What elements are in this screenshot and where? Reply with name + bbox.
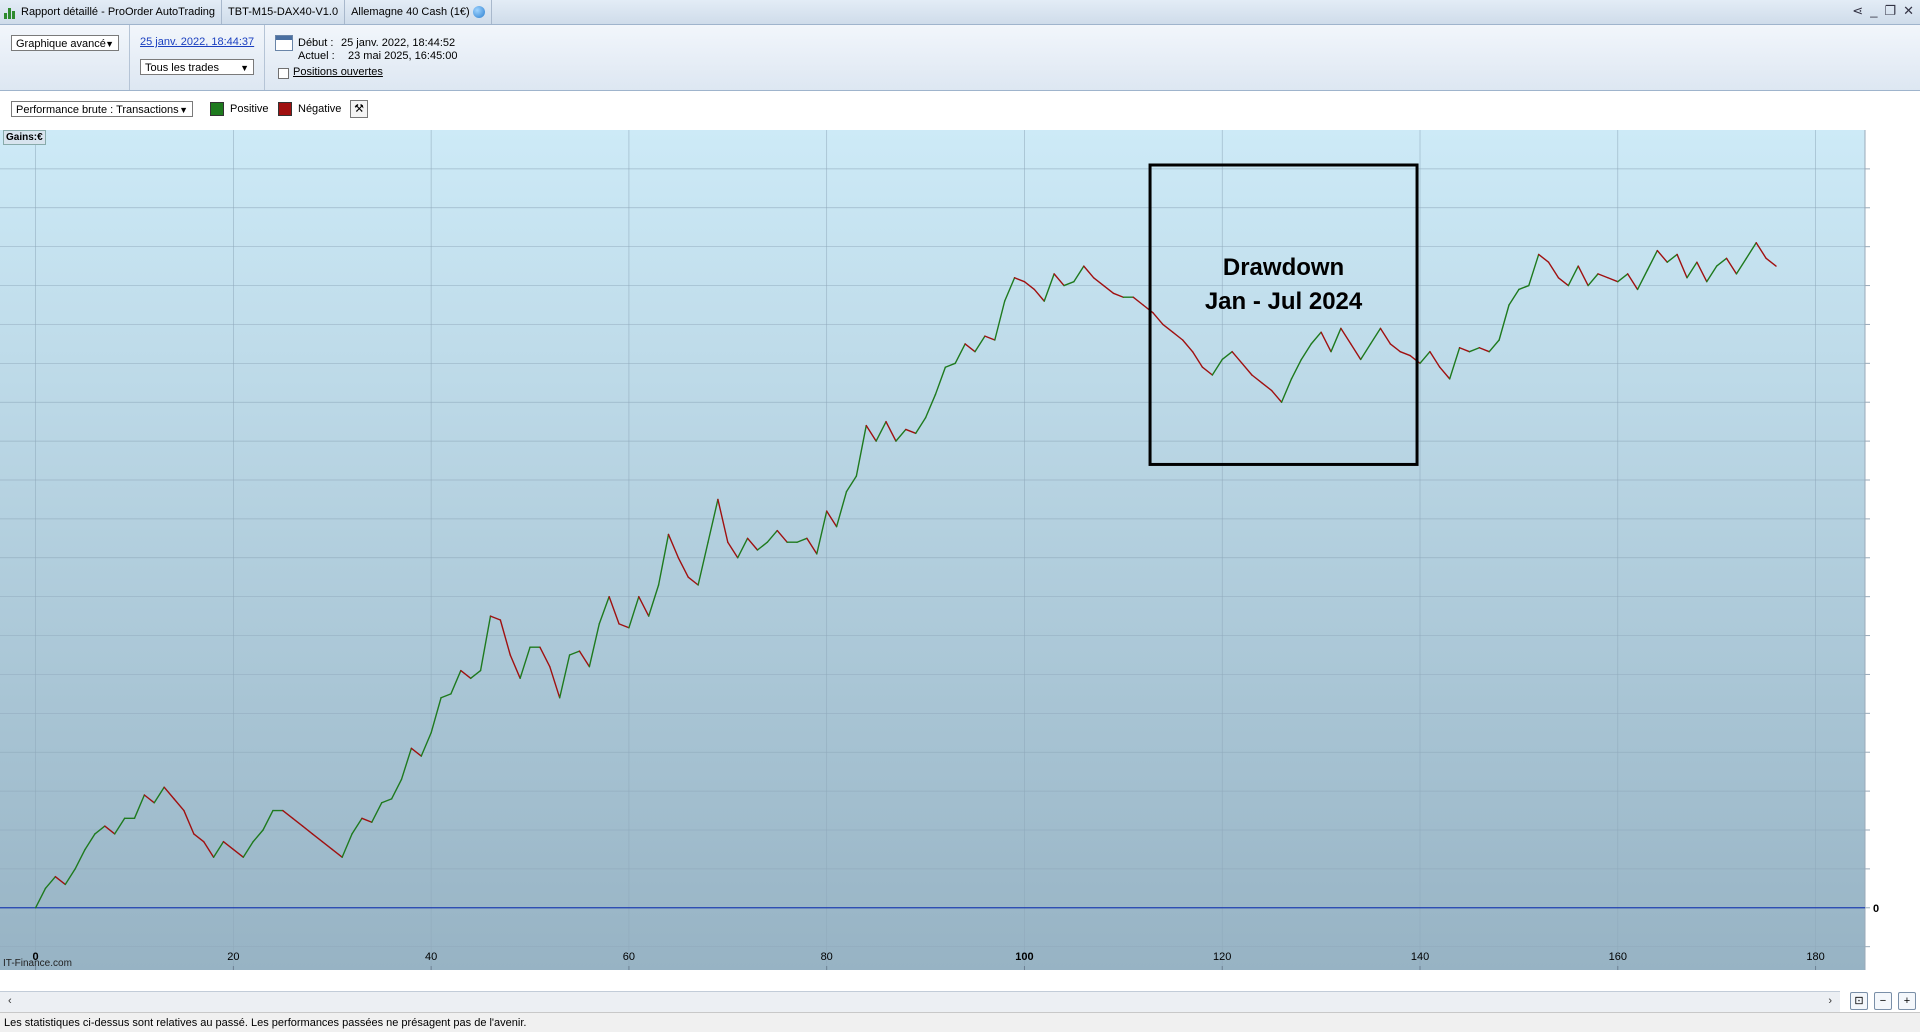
view-select[interactable]: Graphique avancé ▼ [11,35,119,51]
chevron-down-icon: ▼ [179,105,188,115]
positions-checkbox[interactable] [278,68,289,79]
y-axis-ticks [1865,168,1870,948]
x-tick-label: 60 [623,951,635,963]
toolbar-divider [264,25,265,90]
chevron-down-icon: ▼ [240,63,249,73]
debut-value: 25 janv. 2022, 18:44:52 [341,37,456,49]
calendar-icon[interactable] [275,35,293,51]
close-icon[interactable]: ✕ [1903,3,1914,19]
debut-label: Début : [298,37,334,49]
scroll-left-icon[interactable]: ‹ [8,995,12,1007]
report-toolbar: Graphique avancé ▼ 25 janv. 2022, 18:44:… [0,25,1920,91]
zoom-fit-icon[interactable]: ⊡ [1850,992,1868,1010]
x-tick-label: 20 [227,951,239,963]
date-link[interactable]: 25 janv. 2022, 18:44:37 [140,36,254,48]
x-tick-label: 120 [1213,951,1231,963]
toolbar-divider [129,25,130,90]
share-icon[interactable]: ⋖ [1852,3,1863,19]
strategy-segment: TBT-M15-DAX40-V1.0 [222,0,346,24]
positive-label: Positive [230,103,269,115]
globe-icon [472,6,485,18]
watermark: IT-Finance.com [3,958,72,969]
disclaimer-text: Les statistiques ci-dessus sont relative… [4,1017,527,1029]
y-axis-title: Gains:€ [3,130,46,145]
negative-swatch[interactable] [278,102,292,116]
instrument-name: Allemagne 40 Cash (1€) [351,6,470,18]
x-tick-label: 180 [1806,951,1824,963]
zoom-in-icon[interactable]: + [1898,992,1916,1010]
positions-label[interactable]: Positions ouvertes [293,66,383,78]
title-bar: Rapport détaillé - ProOrder AutoTrading … [0,0,1920,25]
status-bar: Les statistiques ci-dessus sont relative… [0,1012,1920,1032]
wrench-icon[interactable]: ⚒ [350,100,368,118]
window-title-segment: Rapport détaillé - ProOrder AutoTrading [0,0,223,24]
actuel-label: Actuel : [298,50,335,62]
y-tick-label-zero: 0 [1873,903,1879,915]
trades-select-value: Tous les trades [145,62,219,74]
x-tick-label: 140 [1411,951,1429,963]
zoom-controls: ⊡ − + [1850,991,1916,1011]
drawdown-annotation-title: Drawdown [1223,254,1344,281]
window-title: Rapport détaillé - ProOrder AutoTrading [21,6,216,18]
plot-background [0,130,1865,970]
window-controls: ⋖ _ ❐ ✕ [1852,3,1914,19]
strategy-name: TBT-M15-DAX40-V1.0 [228,6,339,18]
chevron-down-icon: ▼ [105,39,114,49]
positive-swatch[interactable] [210,102,224,116]
app-logo-icon [4,5,16,19]
y-axis-panel [1865,130,1920,970]
metric-select[interactable]: Performance brute : Transactions ▼ [11,101,193,117]
legend-bar: Performance brute : Transactions ▼ Posit… [0,91,1920,129]
x-tick-label: 160 [1609,951,1627,963]
x-tick-label: 40 [425,951,437,963]
actuel-value: 23 mai 2025, 16:45:00 [348,50,458,62]
instrument-segment: Allemagne 40 Cash (1€) [345,0,492,24]
equity-chart[interactable]: 0 Drawdown Jan - Jul 2024 0 20 40 60 80 100 12… [0,130,1920,970]
scroll-right-icon[interactable]: › [1828,995,1832,1007]
minimize-icon[interactable]: _ [1870,3,1877,19]
zoom-out-icon[interactable]: − [1874,992,1892,1010]
x-tick-label: 100 [1015,951,1033,963]
horizontal-scrollbar[interactable]: ‹ › [0,991,1840,1012]
view-select-value: Graphique avancé [16,38,106,50]
restore-icon[interactable]: ❐ [1884,3,1896,19]
x-tick-label: 80 [821,951,833,963]
trades-select[interactable]: Tous les trades ▼ [140,59,254,75]
drawdown-annotation-period: Jan - Jul 2024 [1205,288,1363,315]
negative-label: Négative [298,103,342,115]
metric-select-value: Performance brute : Transactions [16,104,179,116]
